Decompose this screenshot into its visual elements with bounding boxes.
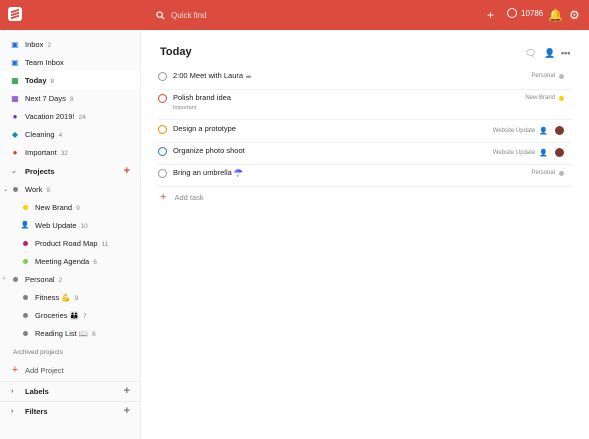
task-checkbox[interactable] bbox=[158, 125, 167, 134]
chevron-down-icon[interactable]: ⌄ bbox=[3, 186, 8, 193]
project-new-brand[interactable]: New Brand 9 bbox=[0, 198, 140, 216]
bell-icon[interactable]: 🔔 bbox=[548, 8, 563, 22]
chevron-right-icon: › bbox=[11, 407, 14, 415]
gear-icon[interactable]: ⚙ bbox=[569, 8, 580, 22]
labels-header[interactable]: › Labels + bbox=[0, 381, 140, 400]
inbox-icon: ▣ bbox=[11, 39, 19, 49]
plus-icon: + bbox=[11, 364, 19, 376]
sidebar-item-next-7-days[interactable]: ▦ Next 7 Days 8 bbox=[0, 89, 140, 107]
project-web-update[interactable]: 👤 Web Update 10 bbox=[0, 216, 140, 234]
filters-header[interactable]: › Filters + bbox=[0, 401, 140, 420]
team-inbox-icon: ▣ bbox=[11, 57, 19, 67]
drop-icon: ● bbox=[12, 147, 18, 157]
task-project[interactable]: Website Update 👤 bbox=[493, 148, 564, 157]
project-dot-icon bbox=[559, 170, 564, 176]
avatar[interactable] bbox=[555, 126, 564, 135]
page-title: Today bbox=[160, 46, 192, 58]
chevron-right-icon: › bbox=[11, 387, 14, 395]
project-dot-icon bbox=[20, 238, 30, 248]
project-fitness[interactable]: Fitness 💪 9 bbox=[0, 288, 140, 306]
project-dot-icon bbox=[20, 256, 30, 266]
more-options-icon[interactable]: ••• bbox=[561, 48, 570, 58]
sidebar: ▣ Inbox 2 ▣ Team Inbox ▦ Today 8 ▦ Next 7 … bbox=[0, 30, 141, 439]
task-row[interactable]: Bring an umbrella ☂️ Personal bbox=[158, 168, 572, 187]
sidebar-item-team-inbox[interactable]: ▣ Team Inbox bbox=[0, 53, 140, 71]
project-dot-icon bbox=[559, 95, 564, 101]
comment-icon[interactable]: 🗨 bbox=[525, 48, 536, 59]
task-row[interactable]: Design a prototype Website Update 👤 bbox=[158, 124, 572, 143]
add-label-plus-icon[interactable]: + bbox=[124, 385, 130, 397]
person-icon: ● bbox=[12, 111, 18, 121]
project-dot-icon bbox=[10, 274, 20, 284]
task-row[interactable]: 2:00 Meet with Laura ☕ Personal bbox=[158, 71, 572, 90]
sidebar-item-cleaning[interactable]: ◆ Cleaning 4 bbox=[0, 125, 140, 143]
task-row[interactable]: Organize photo shoot Website Update 👤 bbox=[158, 146, 572, 165]
karma-productivity[interactable]: 10786 bbox=[507, 8, 543, 18]
add-project-plus-icon[interactable]: + bbox=[124, 165, 130, 177]
project-dot-icon bbox=[10, 184, 20, 194]
person-icon: 👤 bbox=[539, 127, 548, 135]
project-dot-icon bbox=[20, 310, 30, 320]
app-logo-icon[interactable] bbox=[8, 7, 22, 21]
plus-icon: + bbox=[160, 191, 167, 203]
task-project[interactable]: Website Update 👤 bbox=[493, 126, 564, 135]
avatar[interactable] bbox=[555, 148, 564, 157]
task-project[interactable]: Personal bbox=[531, 73, 564, 79]
sidebar-item-important[interactable]: ● Important 32 bbox=[0, 143, 140, 161]
sidebar-item-vacation[interactable]: ● Vacation 2019! 24 bbox=[0, 107, 140, 125]
task-project[interactable]: Personal bbox=[531, 170, 564, 176]
person-icon: 👤 bbox=[20, 222, 30, 229]
share-person-icon[interactable]: 👤 bbox=[544, 48, 555, 59]
task-row[interactable]: Polish brand idea Important New Brand bbox=[158, 93, 572, 120]
add-filter-plus-icon[interactable]: + bbox=[124, 405, 130, 417]
add-task-icon[interactable]: + bbox=[487, 8, 494, 22]
sidebar-item-today[interactable]: ▦ Today 8 bbox=[0, 71, 140, 89]
chevron-down-icon: ⌄ bbox=[11, 168, 17, 175]
project-personal[interactable]: › Personal 2 bbox=[0, 270, 140, 288]
project-groceries[interactable]: Groceries 👪 7 bbox=[0, 306, 140, 324]
calendar-today-icon: ▦ bbox=[11, 75, 19, 85]
project-dot-icon bbox=[20, 328, 30, 338]
quick-find-search[interactable]: Quick find bbox=[156, 7, 207, 23]
task-checkbox[interactable] bbox=[158, 72, 167, 81]
task-project[interactable]: New Brand bbox=[525, 95, 564, 101]
task-checkbox[interactable] bbox=[158, 94, 167, 103]
project-meeting-agenda[interactable]: Meeting Agenda 6 bbox=[0, 252, 140, 270]
project-product-road-map[interactable]: Product Road Map 11 bbox=[0, 234, 140, 252]
task-checkbox[interactable] bbox=[158, 169, 167, 178]
chevron-right-icon[interactable]: › bbox=[3, 276, 5, 282]
project-dot-icon bbox=[20, 292, 30, 302]
search-placeholder[interactable]: Quick find bbox=[171, 11, 207, 20]
karma-icon bbox=[507, 8, 517, 18]
tag-icon: ◆ bbox=[11, 129, 19, 139]
karma-score: 10786 bbox=[521, 8, 544, 18]
add-task-button[interactable]: + Add task bbox=[160, 191, 204, 203]
person-icon: 👤 bbox=[539, 149, 548, 157]
project-dot-icon bbox=[20, 202, 30, 212]
calendar-week-icon: ▦ bbox=[11, 93, 19, 103]
project-work[interactable]: ⌄ Work 9 bbox=[0, 180, 140, 198]
project-reading-list[interactable]: Reading List 📖 6 bbox=[0, 324, 140, 342]
top-bar: Quick find + 10786 🔔 ⚙ bbox=[0, 0, 589, 30]
main-content: Today 🗨 👤 ••• 2:00 Meet with Laura ☕ Per… bbox=[140, 30, 589, 439]
project-dot-icon bbox=[559, 73, 564, 79]
add-project-button[interactable]: + Add Project bbox=[0, 361, 140, 379]
sidebar-item-inbox[interactable]: ▣ Inbox 2 bbox=[0, 35, 140, 53]
task-checkbox[interactable] bbox=[158, 147, 167, 156]
search-icon bbox=[156, 10, 165, 20]
projects-header[interactable]: ⌄ Projects + bbox=[0, 162, 140, 180]
archived-projects-link[interactable]: Archived projects bbox=[0, 343, 140, 361]
